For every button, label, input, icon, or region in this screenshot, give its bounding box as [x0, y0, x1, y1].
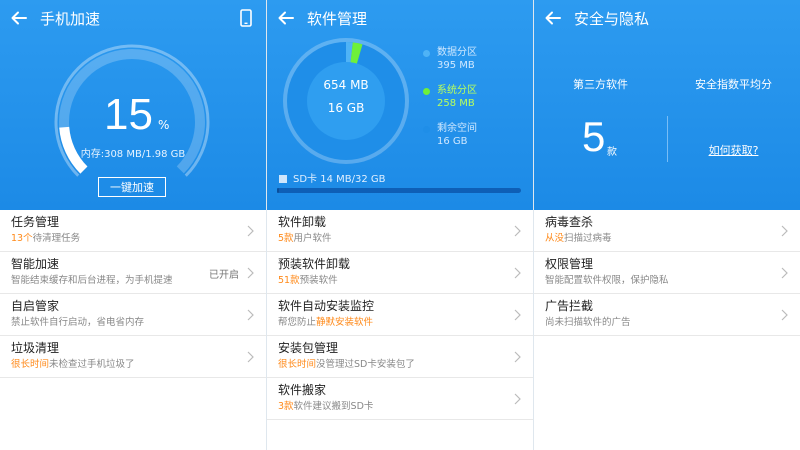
sd-card-usage: SD卡 14 MB/32 GB: [279, 170, 386, 185]
item-subtitle: 从没扫描过病毒: [545, 233, 612, 244]
count-unit: 款: [607, 147, 617, 158]
top-bar: 软件管理: [267, 0, 533, 36]
software-header: 软件管理 654 MB 16 GB 数据分区 395 MB 系统分区 258 M…: [267, 0, 533, 210]
back-arrow-icon[interactable]: [10, 9, 28, 27]
chevron-right-icon: [247, 309, 254, 321]
item-title: 软件卸载: [278, 215, 327, 229]
back-arrow-icon[interactable]: [544, 9, 562, 27]
security-privacy-panel: 安全与隐私 第三方软件 安全指数平均分 5 款 如何获取? 病毒查杀 从没扫描过…: [534, 0, 800, 450]
list-item-smart-boost[interactable]: 智能加速 智能结束缓存和后台进程，为手机提速 已开启: [0, 252, 266, 294]
item-title: 安装包管理: [278, 341, 339, 355]
pie-total-size: 16 GB: [327, 101, 365, 115]
one-tap-boost-button[interactable]: 一键加速: [98, 177, 166, 197]
item-title: 权限管理: [545, 257, 594, 271]
item-title: 软件自动安装监控: [278, 299, 375, 313]
phone-icon[interactable]: [240, 9, 252, 27]
third-party-apps-count: 5: [582, 113, 606, 160]
boost-header: 手机加速 15 % 内存:308 MB/1.98 GB 一键加速: [0, 0, 266, 210]
third-party-apps-label: 第三方软件: [573, 78, 628, 91]
item-subtitle: 3款软件建议搬到SD卡: [278, 401, 374, 412]
list-item-junk-clean[interactable]: 垃圾清理 很长时间未检查过手机垃圾了: [0, 336, 266, 378]
top-bar: 安全与隐私: [534, 0, 800, 36]
security-score-label: 安全指数平均分: [695, 78, 772, 91]
item-title: 软件搬家: [278, 383, 327, 397]
list-item-permission-manager[interactable]: 权限管理 智能配置软件权限，保护隐私: [534, 252, 800, 294]
boost-list: 任务管理 13个待清理任务 智能加速 智能结束缓存和后台进程，为手机提速 已开启…: [0, 210, 266, 378]
list-item-install-monitor[interactable]: 软件自动安装监控 帮您防止静默安装软件: [267, 294, 533, 336]
legend-free-space: 剩余空间 16 GB: [423, 122, 477, 148]
chevron-right-icon: [781, 267, 788, 279]
legend-data-partition: 数据分区 395 MB: [423, 46, 477, 72]
item-subtitle: 51款预装软件: [278, 275, 338, 286]
item-subtitle: 很长时间未检查过手机垃圾了: [11, 359, 135, 370]
list-item-autostart-manager[interactable]: 自启管家 禁止软件自行启动，省电省内存: [0, 294, 266, 336]
page-title: 安全与隐私: [574, 10, 650, 28]
chevron-right-icon: [781, 225, 788, 237]
item-subtitle: 5款用户软件: [278, 233, 332, 244]
item-title: 广告拦截: [545, 299, 594, 313]
status-text: 已开启: [209, 270, 239, 281]
percent-sign: %: [158, 118, 170, 132]
list-item-task-manager[interactable]: 任务管理 13个待清理任务: [0, 210, 266, 252]
item-title: 自启管家: [11, 299, 60, 313]
back-arrow-icon[interactable]: [277, 9, 295, 27]
phone-boost-panel: 手机加速 15 % 内存:308 MB/1.98 GB 一键加速 任务管理 13…: [0, 0, 266, 450]
chevron-right-icon: [247, 267, 254, 279]
item-title: 任务管理: [11, 215, 60, 229]
item-subtitle: 帮您防止静默安装软件: [278, 317, 374, 328]
page-title: 手机加速: [40, 10, 101, 28]
chevron-right-icon: [781, 309, 788, 321]
software-list: 软件卸载 5款用户软件 预装软件卸载 51款预装软件 软件自动安装监控 帮您防止…: [267, 210, 533, 420]
item-title: 预装软件卸载: [278, 257, 351, 271]
item-subtitle: 尚未扫描软件的广告: [545, 317, 631, 328]
chevron-right-icon: [514, 393, 521, 405]
list-item-uninstall[interactable]: 软件卸载 5款用户软件: [267, 210, 533, 252]
memory-usage-text: 内存:308 MB/1.98 GB: [80, 149, 186, 160]
page-title: 软件管理: [307, 10, 368, 28]
list-item-preinstalled-uninstall[interactable]: 预装软件卸载 51款预装软件: [267, 252, 533, 294]
chevron-right-icon: [514, 309, 521, 321]
software-manager-panel: 软件管理 654 MB 16 GB 数据分区 395 MB 系统分区 258 M…: [267, 0, 533, 450]
chevron-right-icon: [514, 225, 521, 237]
security-list: 病毒查杀 从没扫描过病毒 权限管理 智能配置软件权限，保护隐私 广告拦截 尚未扫…: [534, 210, 800, 336]
legend-system-partition: 系统分区 258 MB: [423, 84, 477, 110]
chevron-right-icon: [247, 351, 254, 363]
item-subtitle: 禁止软件自行启动，省电省内存: [11, 317, 145, 328]
item-title: 垃圾清理: [11, 341, 60, 355]
item-subtitle: 13个待清理任务: [11, 233, 81, 244]
security-header: 安全与隐私 第三方软件 安全指数平均分 5 款 如何获取?: [534, 0, 800, 210]
list-item-package-manager[interactable]: 安装包管理 很长时间没管理过SD卡安装包了: [267, 336, 533, 378]
item-title: 病毒查杀: [545, 215, 594, 229]
top-bar: 手机加速: [0, 0, 266, 36]
list-item-app-move[interactable]: 软件搬家 3款软件建议搬到SD卡: [267, 378, 533, 420]
chevron-right-icon: [514, 267, 521, 279]
chevron-right-icon: [514, 351, 521, 363]
item-subtitle: 智能配置软件权限，保护隐私: [545, 275, 669, 286]
item-subtitle: 很长时间没管理过SD卡安装包了: [278, 359, 415, 370]
sd-card-bar: [277, 188, 521, 193]
list-item-ad-block[interactable]: 广告拦截 尚未扫描软件的广告: [534, 294, 800, 336]
chevron-right-icon: [247, 225, 254, 237]
memory-percent: 15: [104, 90, 153, 139]
pie-used-size: 654 MB: [323, 78, 369, 92]
sd-card-icon: [279, 175, 287, 183]
how-to-get-link[interactable]: 如何获取?: [667, 142, 800, 158]
list-item-virus-scan[interactable]: 病毒查杀 从没扫描过病毒: [534, 210, 800, 252]
